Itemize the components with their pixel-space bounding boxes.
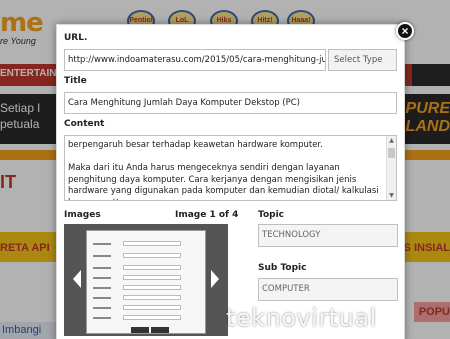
watermark-text: teknovirtual — [226, 304, 377, 332]
topic-field[interactable]: TECHNOLOGY — [258, 224, 398, 247]
content-scrollbar[interactable]: ▲ ▼ — [386, 136, 396, 200]
thumb-form-field — [123, 295, 181, 300]
thumb-form-label — [93, 255, 111, 257]
thumb-form-label — [93, 267, 111, 269]
thumb-form-label — [93, 307, 111, 309]
thumb-form-field — [123, 285, 181, 290]
subtopic-field[interactable]: COMPUTER — [258, 278, 398, 301]
next-image-arrow-icon[interactable] — [211, 270, 219, 288]
thumb-form-field — [123, 305, 181, 310]
image-gallery — [64, 224, 228, 336]
title-input[interactable]: Cara Menghitung Jumlah Daya Komputer Dek… — [64, 92, 397, 114]
content-paragraph: berpengaruh besar terhadap keawetan hard… — [68, 140, 323, 150]
title-label: Title — [64, 76, 87, 86]
subtopic-label: Sub Topic — [258, 263, 307, 273]
content-paragraph: Maka dari itu Anda harus mengeceknya sen… — [68, 163, 379, 200]
content-textarea[interactable]: berpengaruh besar terhadap keawetan hard… — [64, 135, 397, 201]
thumb-form-field — [123, 253, 181, 258]
image-preview[interactable] — [86, 230, 206, 334]
thumb-form-button — [151, 327, 169, 333]
images-label: Images — [64, 210, 101, 220]
thumb-form-label — [93, 287, 111, 289]
thumb-form-field — [123, 315, 181, 320]
thumb-form-label — [93, 297, 111, 299]
url-input[interactable]: http://www.indoamaterasu.com/2015/05/car… — [64, 49, 326, 71]
prev-image-arrow-icon[interactable] — [73, 270, 81, 288]
thumb-form-label — [93, 277, 111, 279]
image-counter: Image 1 of 4 — [175, 210, 239, 220]
content-label: Content — [64, 119, 105, 129]
scroll-up-icon[interactable]: ▲ — [387, 136, 396, 145]
url-label: URL. — [64, 33, 88, 43]
thumb-form-field — [123, 241, 181, 246]
topic-label: Topic — [258, 210, 284, 220]
thumb-form-field — [123, 265, 181, 270]
scroll-down-icon[interactable]: ▼ — [387, 191, 396, 200]
select-type-dropdown[interactable]: Select Type — [328, 49, 397, 71]
scroll-thumb[interactable] — [388, 148, 395, 158]
thumb-form-field — [123, 275, 181, 280]
thumb-form-button — [131, 327, 149, 333]
close-icon[interactable]: × — [396, 22, 414, 40]
thumb-form-label — [93, 317, 111, 319]
thumb-form-label — [93, 243, 111, 245]
